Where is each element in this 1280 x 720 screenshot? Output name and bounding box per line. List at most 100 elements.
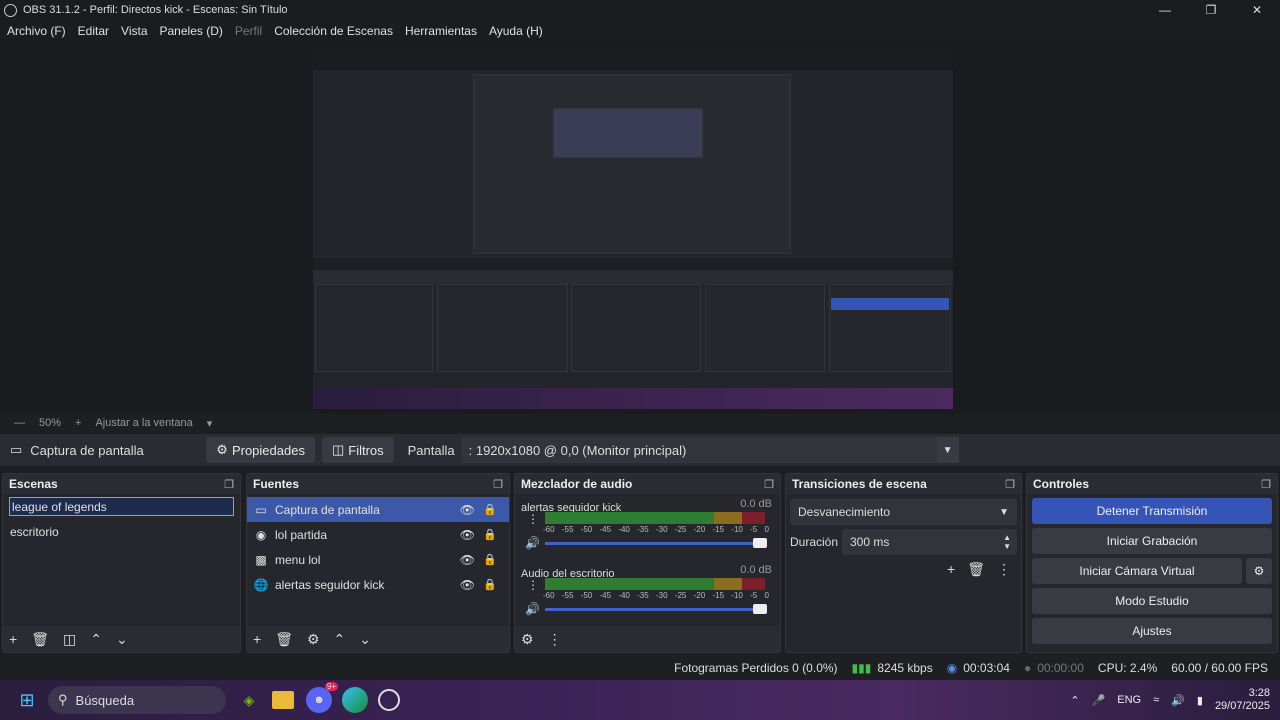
window-title: OBS 31.1.2 - Perfil: Directos kick - Esc… <box>23 4 288 16</box>
properties-label: Propiedades <box>231 442 305 458</box>
chevron-down-icon[interactable]: ▾ <box>207 417 213 430</box>
windows-start-icon[interactable]: ⊞ <box>14 687 40 713</box>
obs-taskbar-icon[interactable] <box>378 689 400 711</box>
volume-meter <box>545 578 765 590</box>
zoom-in-button[interactable]: + <box>75 417 81 429</box>
scene-item[interactable]: league of legends <box>9 497 234 516</box>
minimize-button[interactable]: — <box>1142 0 1188 20</box>
close-button[interactable]: ✕ <box>1234 0 1280 20</box>
volume-slider-handle[interactable] <box>753 604 767 614</box>
speaker-icon[interactable]: 🔊 <box>525 602 540 616</box>
menu-ayuda[interactable]: Ayuda (H) <box>489 24 543 38</box>
taskbar-search[interactable]: ⚲ Búsqueda <box>48 686 226 714</box>
properties-button[interactable]: ⚙ Propiedades <box>206 437 315 463</box>
volume-slider-handle[interactable] <box>753 538 767 548</box>
maximize-button[interactable]: ❐ <box>1188 0 1234 20</box>
start-recording-button[interactable]: Iniciar Grabación <box>1032 528 1272 554</box>
zoom-out-button[interactable]: — <box>14 417 25 429</box>
eye-icon[interactable]: 👁 <box>460 503 475 517</box>
filter-icon[interactable]: ◫ <box>63 631 76 648</box>
scene-label: escritorio <box>10 524 59 539</box>
float-icon[interactable]: ❐ <box>764 478 774 491</box>
chevron-up-icon[interactable]: ⌃ <box>1070 694 1079 707</box>
lock-icon[interactable]: 🔒 <box>483 503 497 516</box>
speaker-icon[interactable]: 🔊 <box>525 536 540 550</box>
volume-slider[interactable] <box>545 538 767 548</box>
chevron-up-icon[interactable]: ⌃ <box>90 631 102 648</box>
lock-icon[interactable]: 🔒 <box>483 528 497 541</box>
trash-icon[interactable]: 🗑 <box>31 631 49 648</box>
source-item[interactable]: ▭ Captura de pantalla 👁 🔒 <box>247 497 509 522</box>
transition-select[interactable]: Desvanecimiento ▼ <box>790 499 1017 525</box>
studio-mode-button[interactable]: Modo Estudio <box>1032 588 1272 614</box>
meter-ticks: -60 -55 -50 -45 -40 -35 -30 -25 -20 -15 -10 -5 0 <box>543 591 769 600</box>
source-item[interactable]: ▩ menu lol 👁 🔒 <box>247 547 509 572</box>
source-label: Captura de pantalla <box>275 502 380 517</box>
menu-coleccion-escenas[interactable]: Colección de Escenas <box>274 24 393 38</box>
wifi-icon[interactable]: ≈ <box>1153 694 1159 706</box>
gear-icon: ⚙ <box>216 442 228 457</box>
add-icon[interactable]: + <box>253 631 261 647</box>
settings-button[interactable]: Ajustes <box>1032 618 1272 644</box>
eye-icon[interactable]: 👁 <box>460 553 475 567</box>
gear-icon[interactable]: ⚙ <box>307 631 320 648</box>
filter-icon: ◫ <box>331 442 345 457</box>
add-icon[interactable]: + <box>9 631 17 647</box>
chevron-down-icon[interactable]: ⌄ <box>116 631 128 648</box>
mixer-title: Mezclador de audio <box>521 477 633 491</box>
float-icon[interactable]: ❐ <box>493 478 503 491</box>
preview-screen-capture[interactable] <box>313 48 953 409</box>
kebab-menu-icon[interactable]: ⋮ <box>527 578 539 592</box>
virtual-camera-settings-button[interactable]: ⚙ <box>1246 558 1272 584</box>
nvidia-icon[interactable]: ◈ <box>236 687 262 713</box>
stop-streaming-button[interactable]: Detener Transmisión <box>1032 498 1272 524</box>
float-icon[interactable]: ❐ <box>224 478 234 491</box>
eye-icon[interactable]: 👁 <box>460 578 475 592</box>
discord-icon[interactable]: ☻ 9+ <box>306 682 338 713</box>
language-indicator[interactable]: ENG <box>1117 694 1141 706</box>
start-virtual-camera-button[interactable]: Iniciar Cámara Virtual <box>1032 558 1242 584</box>
menu-herramientas[interactable]: Herramientas <box>405 24 477 38</box>
volume-icon[interactable]: 🔊 <box>1171 694 1185 707</box>
scene-item[interactable]: escritorio <box>3 519 240 544</box>
channel-db: 0.0 dB <box>740 564 772 576</box>
filters-button[interactable]: ◫ Filtros <box>321 437 394 463</box>
kebab-menu-icon[interactable]: ⋮ <box>548 631 562 648</box>
menu-vista[interactable]: Vista <box>121 24 147 38</box>
kebab-menu-icon[interactable]: ⋮ <box>527 512 539 526</box>
menu-paneles[interactable]: Paneles (D) <box>160 24 223 38</box>
clock[interactable]: 3:28 29/07/2025 <box>1215 687 1270 713</box>
spin-arrows-icon[interactable]: ▲ ▼ <box>1003 533 1011 551</box>
chevron-up-icon[interactable]: ⌃ <box>334 631 346 648</box>
menu-archivo[interactable]: Archivo (F) <box>7 24 66 38</box>
gear-icon[interactable]: ⚙ <box>521 631 534 648</box>
dropped-frames: Fotogramas Perdidos 0 (0.0%) <box>674 661 838 675</box>
kebab-menu-icon[interactable]: ⋮ <box>997 561 1011 578</box>
search-icon: ⚲ <box>58 692 68 707</box>
duration-value: 300 ms <box>850 535 890 549</box>
sources-dock: Fuentes ❐ ▭ Captura de pantalla 👁 🔒 ◉ lol par… <box>246 473 510 653</box>
clock-time: 3:28 <box>1248 687 1270 699</box>
volume-slider[interactable] <box>545 604 767 614</box>
source-item[interactable]: 🌐 alertas seguidor kick 👁 🔒 <box>247 572 509 597</box>
add-icon[interactable]: + <box>947 561 955 578</box>
float-icon[interactable]: ❐ <box>1261 478 1271 491</box>
file-explorer-icon[interactable] <box>272 691 294 709</box>
trash-icon[interactable]: 🗑 <box>967 561 985 578</box>
menu-editar[interactable]: Editar <box>78 24 109 38</box>
lock-icon[interactable]: 🔒 <box>483 578 497 591</box>
title-bar: OBS 31.1.2 - Perfil: Directos kick - Esc… <box>0 0 1280 20</box>
source-item[interactable]: ◉ lol partida 👁 🔒 <box>247 522 509 547</box>
monitor-icon: ▭ <box>255 502 267 517</box>
chevron-down-icon[interactable]: ⌄ <box>359 631 371 648</box>
microphone-icon[interactable]: 🎤 <box>1092 694 1106 707</box>
edge-icon[interactable] <box>342 687 368 713</box>
duration-input[interactable]: 300 ms ▲ ▼ <box>842 529 1017 555</box>
eye-icon[interactable]: 👁 <box>460 528 475 542</box>
display-select[interactable]: : 1920x1080 @ 0,0 (Monitor principal) ▼ <box>460 437 959 463</box>
lock-icon[interactable]: 🔒 <box>483 553 497 566</box>
gamepad-icon: ◉ <box>255 527 267 542</box>
trash-icon[interactable]: 🗑 <box>275 631 293 648</box>
float-icon[interactable]: ❐ <box>1005 478 1015 491</box>
battery-icon[interactable]: ▮ <box>1197 694 1203 707</box>
